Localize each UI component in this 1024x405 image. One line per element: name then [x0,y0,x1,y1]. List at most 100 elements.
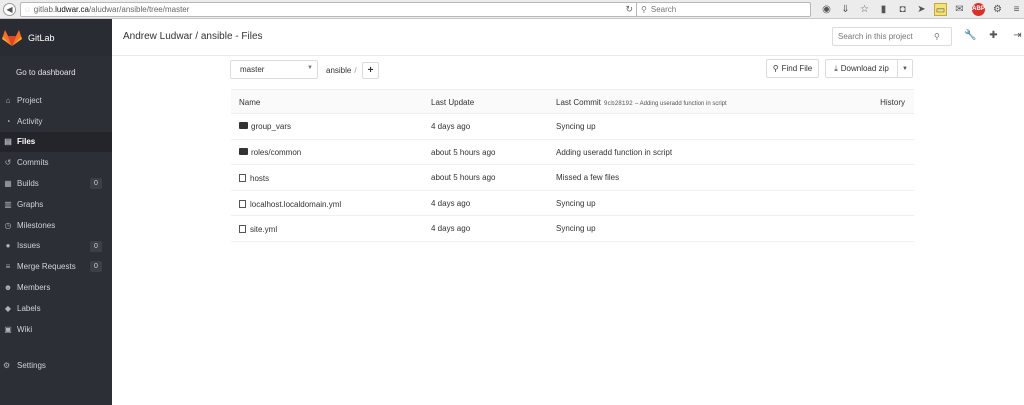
count-badge: 0 [90,178,102,190]
users-icon: ☻ [3,283,13,293]
sidebar-menu: ⌂ Project ◔ Activity ▤ Files ↺ Commits ▦ Builds 0 ▥… [0,90,112,340]
search-icon: ⚲ [641,5,647,14]
sidebar-item-milestones[interactable]: ◷ Milestones [0,215,112,236]
file-table: Name Last Update Last Commit 9cb28192 – A… [231,89,914,242]
table-row[interactable]: hosts about 5 hours ago Missed a few files [231,165,914,191]
sidebar-item-label: Files [17,137,36,147]
download-zip-button[interactable]: ⤓ Download zip [825,59,898,78]
sidebar-item-labels[interactable]: ◆ Labels [0,298,112,319]
last-commit-cell[interactable]: Syncing up [556,199,596,208]
bookmark-star-icon[interactable]: ☆ [858,3,871,16]
last-commit-cell[interactable]: Adding useradd function in script [556,148,672,157]
branch-select[interactable]: master ▼ [230,60,318,79]
file-icon [239,174,246,183]
home-icon: ⌂ [5,95,11,105]
sidebar-item-label: Graphs [17,199,44,209]
sidebar-item-members[interactable]: ☻ Members [0,277,112,298]
history-link[interactable]: History [880,98,905,107]
sidebar-item-label: Issues [17,241,41,251]
sidebar-item-files[interactable]: ▤ Files [0,131,112,153]
send-icon[interactable]: ➤ [915,3,928,16]
breadcrumb-root[interactable]: ansible [326,66,351,75]
file-name[interactable]: roles/common [251,148,301,157]
header-last-update: Last Update [431,98,475,107]
extension-icon[interactable]: ◉ [820,3,833,16]
bookmarks-icon[interactable]: ▮ [877,3,890,16]
url-path: /aludwar/ansible/tree/master [88,5,190,14]
brand[interactable]: GitLab [0,19,112,56]
commit-sha-link[interactable]: 9cb28192 [604,100,633,107]
sidebar-item-label: Milestones [17,220,56,230]
last-commit-cell[interactable]: Missed a few files [556,173,619,182]
url-bar[interactable]: ◌ gitlab.ludwar.ca/aludwar/ansible/tree/… [20,2,638,17]
sidebar-item-project[interactable]: ⌂ Project [0,90,112,111]
sidebar-item-label: Labels [17,303,41,313]
browser-search-box[interactable]: ⚲ [636,2,811,17]
file-name-cell[interactable]: group_vars [239,122,291,131]
browser-toolbar: ◀ ◌ gitlab.ludwar.ca/aludwar/ansible/tre… [0,0,1024,19]
history-icon: ↺ [4,158,12,168]
sidebar-item-label: Merge Requests [17,262,76,272]
file-name[interactable]: site.yml [250,225,277,234]
graph-icon: ▥ [4,199,12,209]
file-name-cell[interactable]: localhost.localdomain.yml [239,199,341,209]
search-icon: ⚲ [772,64,779,73]
merge-icon: ≡ [5,262,11,272]
sidebar-item-merge-requests[interactable]: ≡ Merge Requests 0 [0,256,112,277]
project-search-input[interactable] [838,32,934,41]
project-search-box[interactable]: ⚲ [832,27,952,46]
gitlab-logo-icon [2,29,22,46]
last-update-cell: 4 days ago [431,122,471,131]
notes-icon[interactable]: ▭ [934,3,947,16]
folder-icon [239,147,248,155]
search-icon: ⚲ [934,32,940,41]
count-badge: 0 [90,261,102,273]
table-row[interactable]: site.yml 4 days ago Syncing up [231,216,914,242]
add-file-button[interactable]: + [362,62,379,79]
table-row[interactable]: roles/common about 5 hours ago Adding user… [231,140,914,166]
last-commit-cell[interactable]: Syncing up [556,122,596,131]
sidebar-item-graphs[interactable]: ▥ Graphs [0,194,112,215]
table-row[interactable]: group_vars 4 days ago Syncing up [231,114,914,140]
file-name[interactable]: group_vars [251,122,291,131]
find-file-label: Find File [781,64,813,73]
sign-out-icon[interactable]: ⇥ [1012,30,1023,41]
back-button[interactable]: ◀ [3,2,16,16]
adblock-icon[interactable]: ABP [972,3,985,16]
sidebar-item-label: Settings [17,360,46,370]
folder-icon [239,122,248,129]
pocket-icon[interactable]: ◘ [896,3,909,16]
browser-search-input[interactable] [650,5,801,14]
sidebar-item-builds[interactable]: ▦ Builds 0 [0,173,112,194]
sidebar-item-wiki[interactable]: ▣ Wiki [0,319,112,340]
file-name-cell[interactable]: site.yml [239,224,277,234]
sidebar-item-settings[interactable]: ⚙ Settings [0,354,112,376]
last-commit-cell[interactable]: Syncing up [556,224,596,233]
caret-down-icon: ▼ [902,66,908,72]
download-options-dropdown[interactable]: ▼ [897,59,913,78]
sidebar-item-issues[interactable]: ● Issues 0 [0,236,112,257]
sidebar-item-activity[interactable]: ◔ Activity [0,111,112,132]
go-to-dashboard-link[interactable]: Go to dashboard [0,57,112,87]
file-name-cell[interactable]: roles/common [239,147,301,157]
file-name-cell[interactable]: hosts [239,173,269,183]
browser-toolbar-icons: ◉ ⇓ ☆ ▮ ◘ ➤ ▭ ✉ ABP ⚙ ≡ [820,3,1023,16]
table-row[interactable]: localhost.localdomain.yml 4 days ago Synci… [231,191,914,217]
plus-icon[interactable]: ✚ [988,30,999,41]
count-badge: 0 [90,240,102,252]
sidebar-item-label: Project [17,95,42,105]
menu-icon[interactable]: ≡ [1010,3,1023,16]
globe-icon: ◌ [25,5,30,14]
url-text: gitlab.ludwar.ca/aludwar/ansible/tree/ma… [34,5,190,14]
file-name[interactable]: hosts [250,174,269,183]
issues-icon: ● [5,241,11,251]
chat-icon[interactable]: ✉ [953,3,966,16]
reload-icon[interactable]: ↻ [625,4,633,15]
download-icon[interactable]: ⇓ [839,3,852,16]
gear-icon[interactable]: ⚙ [991,3,1004,16]
last-update-cell: about 5 hours ago [431,173,496,183]
sidebar-item-commits[interactable]: ↺ Commits [0,152,112,173]
find-file-button[interactable]: ⚲ Find File [766,59,819,78]
file-name[interactable]: localhost.localdomain.yml [250,200,341,209]
wrench-icon[interactable]: 🔧 [964,30,976,41]
